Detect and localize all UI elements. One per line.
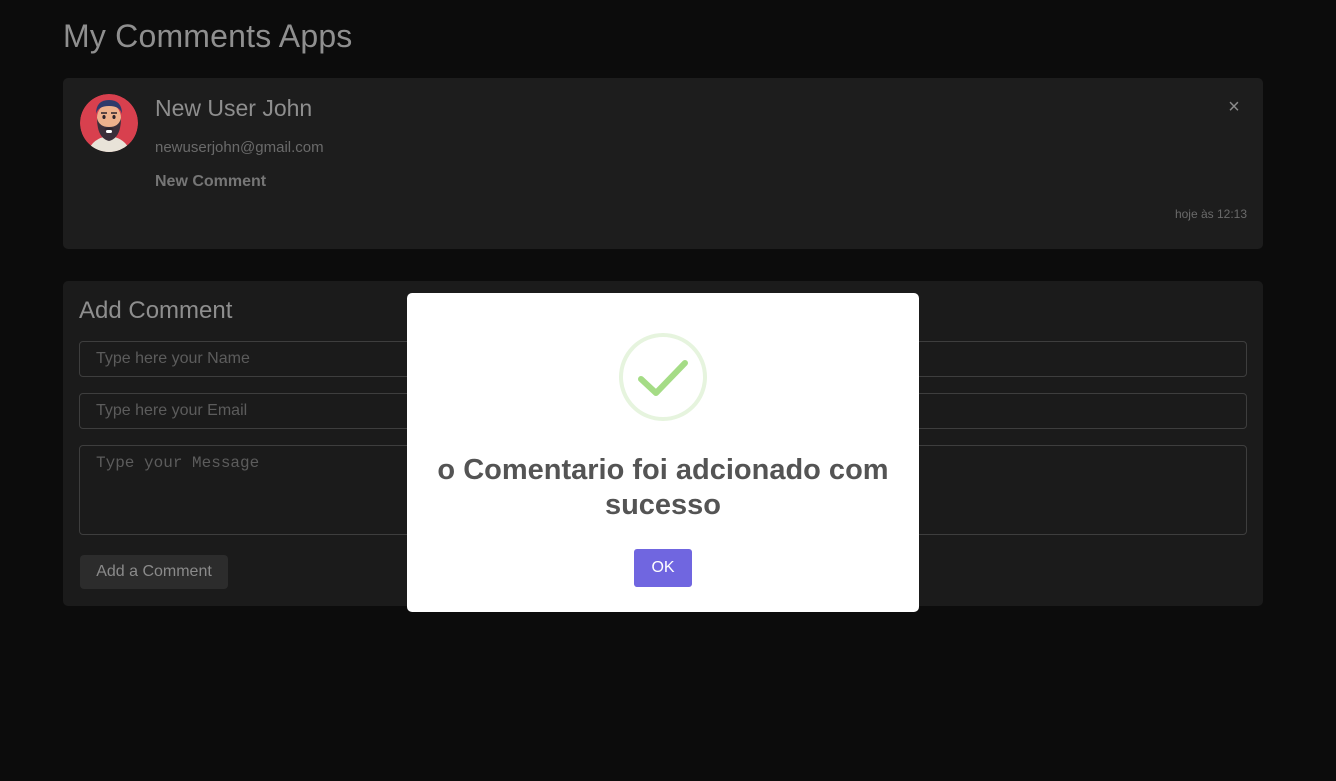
success-check-icon — [619, 333, 707, 421]
ok-button[interactable]: OK — [634, 549, 692, 587]
success-dialog: o Comentario foi adcionado com sucesso O… — [407, 293, 919, 612]
dialog-title: o Comentario foi adcionado com sucesso — [437, 454, 889, 521]
page: My Comments Apps New User John newuserjo… — [0, 0, 1336, 781]
